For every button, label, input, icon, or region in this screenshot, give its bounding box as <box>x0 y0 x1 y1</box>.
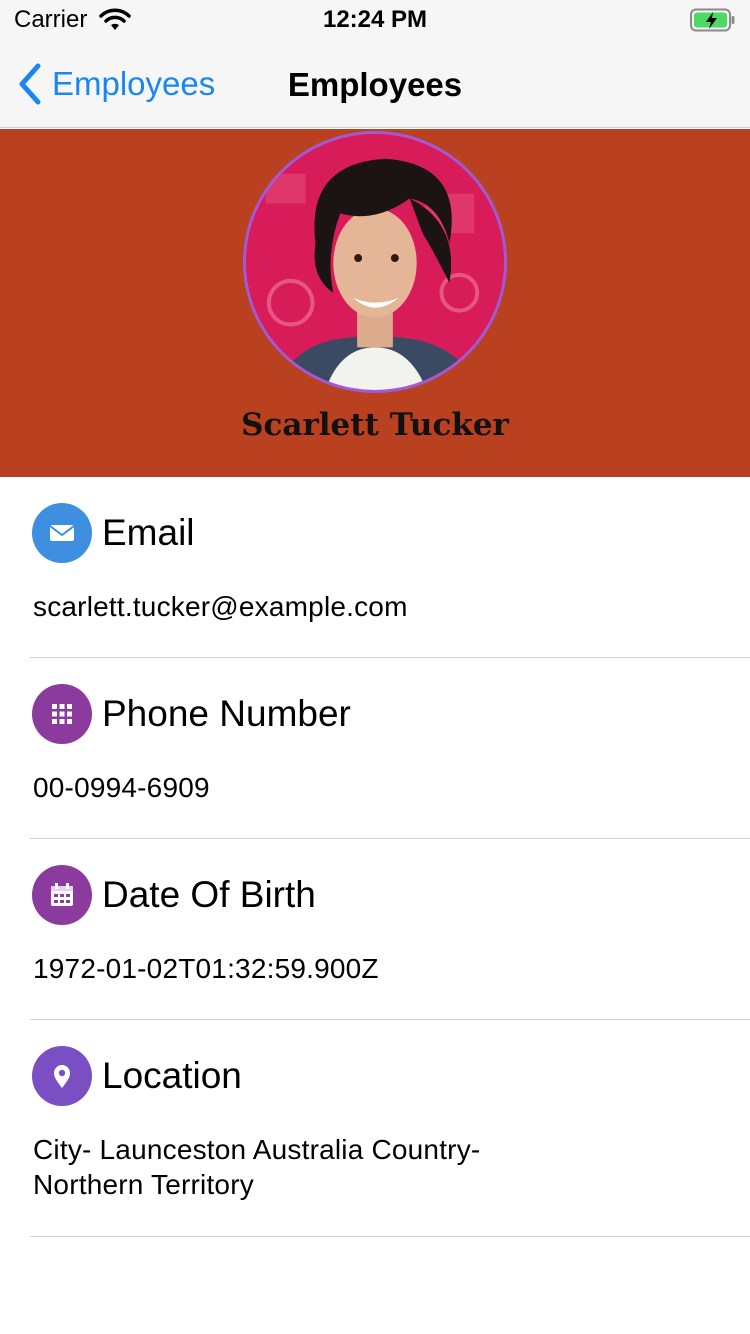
dialpad-icon <box>32 684 92 744</box>
phone-section: Phone Number 00-0994-6909 <box>30 658 750 839</box>
phone-label: Phone Number <box>102 693 351 734</box>
avatar <box>243 131 507 393</box>
dob-label: Date Of Birth <box>102 874 316 915</box>
location-value: City- Launceston Australia Country- Nort… <box>33 1134 481 1200</box>
employee-name: Scarlett Tucker <box>241 407 509 443</box>
nav-title: Employees <box>287 66 463 103</box>
battery-charging-icon <box>690 8 735 32</box>
location-label: Location <box>102 1055 242 1096</box>
email-icon <box>32 503 92 563</box>
location-pin-icon <box>32 1046 92 1106</box>
avatar-photo <box>246 134 504 390</box>
email-value: scarlett.tucker@example.com <box>33 591 408 622</box>
location-section: Location City- Launceston Australia Coun… <box>30 1020 750 1237</box>
navigation-bar: Employees Employees <box>0 40 750 128</box>
email-section: Email scarlett.tucker@example.com <box>30 477 750 658</box>
profile-header: Scarlett Tucker <box>0 129 750 477</box>
status-bar: Carrier 12:24 PM <box>0 0 750 40</box>
email-label: Email <box>102 512 195 553</box>
phone-value: 00-0994-6909 <box>33 772 210 803</box>
dob-section: Date Of Birth 1972-01-02T01:32:59.900Z <box>30 839 750 1020</box>
calendar-icon <box>32 865 92 925</box>
status-time: 12:24 PM <box>322 6 428 33</box>
dob-value: 1972-01-02T01:32:59.900Z <box>33 953 379 984</box>
